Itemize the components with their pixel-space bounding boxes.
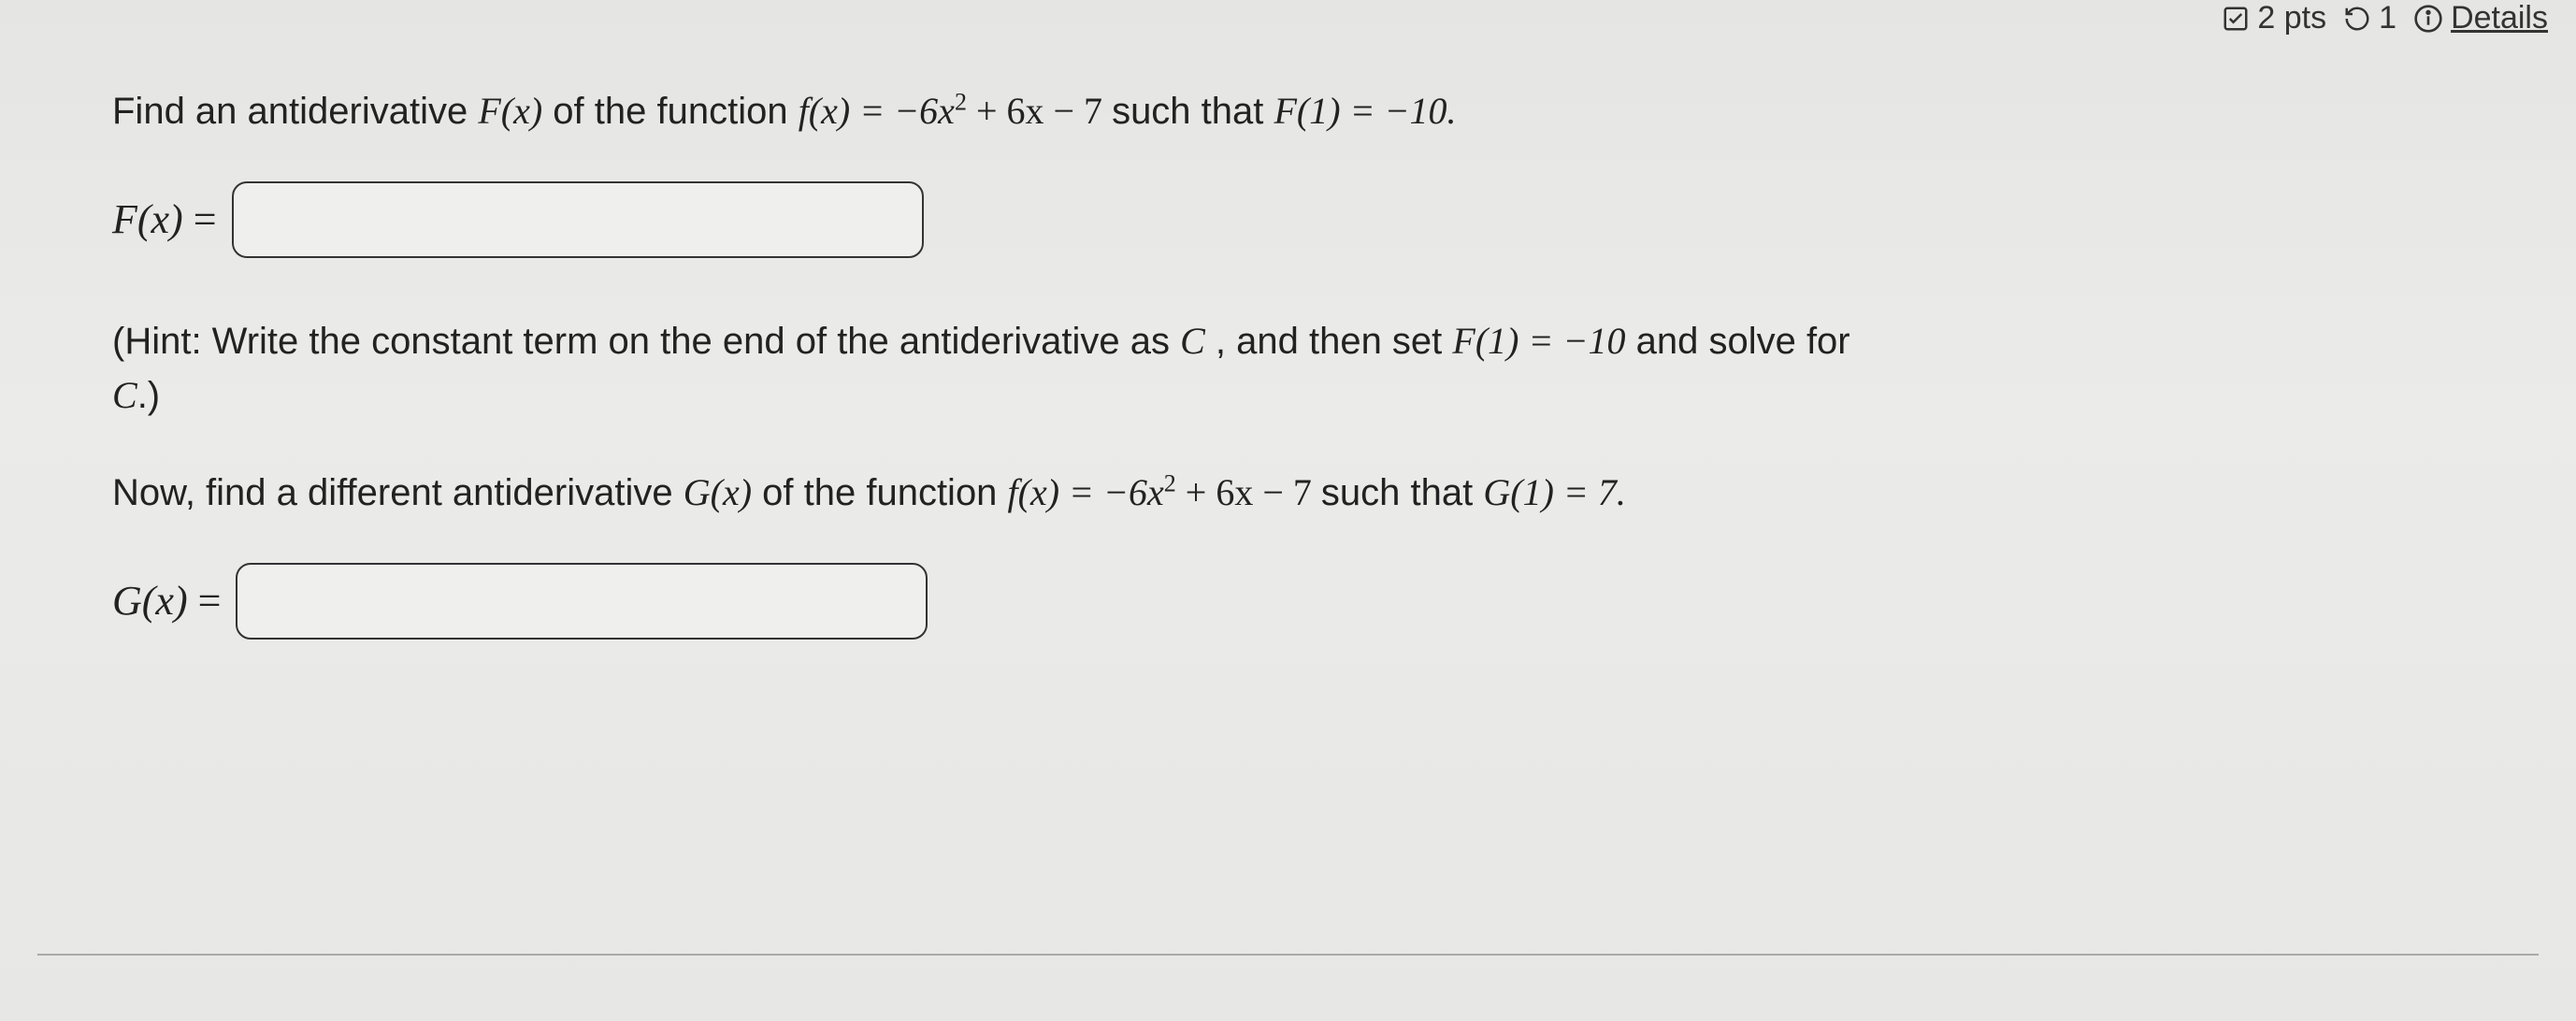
math-G-of-x: G(x) xyxy=(684,471,752,513)
prompt-text: of the function xyxy=(553,91,798,132)
math-f-tail: + 6x − 7 xyxy=(967,90,1102,132)
prompt-1: Find an antiderivative F(x) of the funct… xyxy=(112,84,2464,138)
info-icon xyxy=(2413,4,2443,34)
attempts-indicator: 1 xyxy=(2343,0,2396,36)
math-f-eq-2: f(x) = −6x xyxy=(1008,471,1164,513)
points-indicator: 2 pts xyxy=(2222,0,2326,36)
answer-input-G[interactable] xyxy=(236,563,928,640)
math-C: C xyxy=(1180,320,1205,362)
prompt-text: Find an antiderivative xyxy=(112,91,478,132)
prompt-text: of the function xyxy=(762,472,1007,513)
prompt-text: such that xyxy=(1112,91,1274,132)
math-condition-1: F(1) = −10. xyxy=(1274,90,1457,132)
section-divider xyxy=(37,954,2539,956)
math-f-tail-2: + 6x − 7 xyxy=(1176,471,1312,513)
retry-icon xyxy=(2343,5,2371,33)
math-condition-2: G(1) = 7. xyxy=(1483,471,1626,513)
input-2-label: G(x) = xyxy=(112,571,221,631)
math-F-of-x: F(x) xyxy=(478,90,542,132)
math-hint-cond: F(1) = −10 xyxy=(1452,320,1625,362)
input-1-label: F(x) = xyxy=(112,190,217,250)
hint-text: (Hint: Write the constant term on the en… xyxy=(112,314,2464,423)
prompt-2: Now, find a different antiderivative G(x… xyxy=(112,466,2464,520)
math-f-eq: f(x) = −6x xyxy=(799,90,955,132)
answer-input-F[interactable] xyxy=(232,181,924,258)
checkbox-icon xyxy=(2222,5,2250,33)
points-text: 2 pts xyxy=(2257,0,2326,36)
math-exponent: 2 xyxy=(955,89,967,116)
prompt-text: such that xyxy=(1321,472,1483,513)
attempts-text: 1 xyxy=(2379,0,2396,36)
details-link[interactable]: Details xyxy=(2451,0,2548,36)
prompt-text: Now, find a different antiderivative xyxy=(112,472,684,513)
math-exponent: 2 xyxy=(1164,470,1176,497)
math-C2: C xyxy=(112,374,137,416)
